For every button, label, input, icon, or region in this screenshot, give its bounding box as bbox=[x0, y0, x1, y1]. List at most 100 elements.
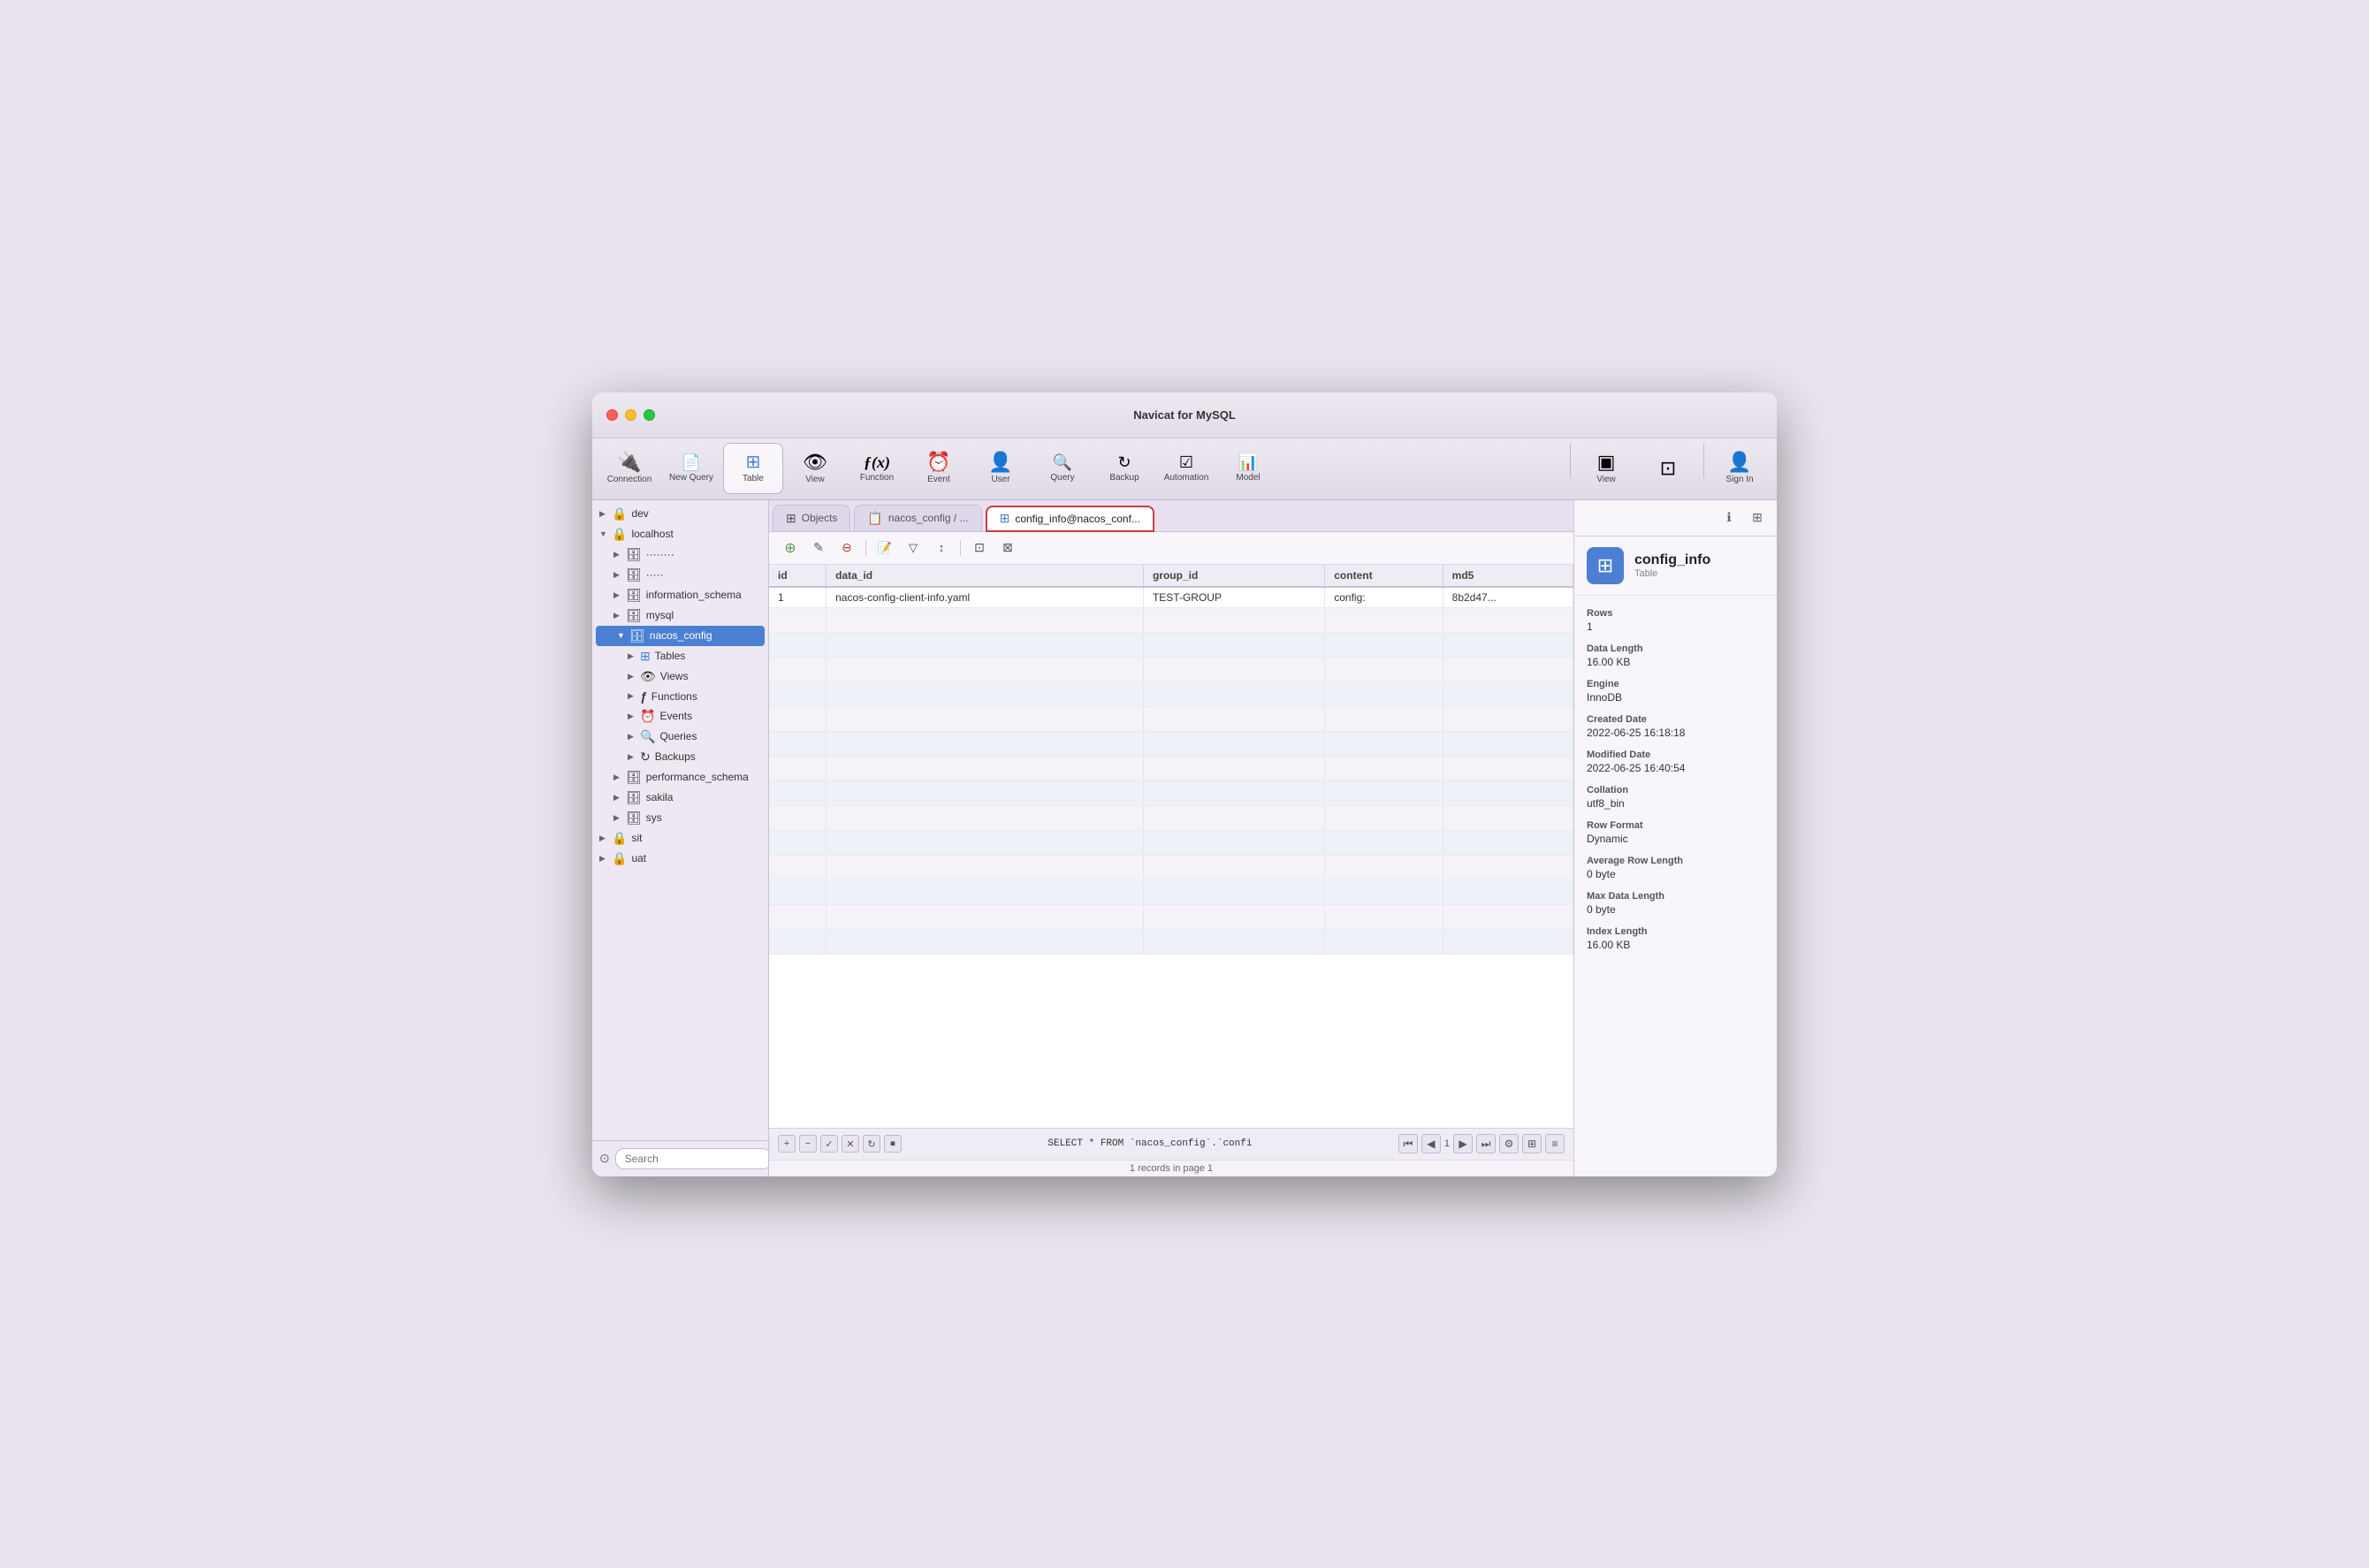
table-row-empty8[interactable] bbox=[769, 756, 1573, 780]
user-button[interactable]: 👤 User bbox=[971, 443, 1031, 494]
tab-query[interactable]: 📋 nacos_config / ... bbox=[854, 505, 981, 531]
view-right2-icon: ⊡ bbox=[1660, 459, 1676, 478]
info-table-name: config_info bbox=[1634, 552, 1710, 568]
data-table-container: id data_id group_id content md5 1 nacos-… bbox=[769, 565, 1573, 1128]
last-page-btn[interactable]: ⏭ bbox=[1476, 1134, 1496, 1153]
sidebar-item-functions[interactable]: ▶ ƒ Functions bbox=[592, 687, 768, 706]
settings-btn[interactable]: ⚙ bbox=[1499, 1134, 1519, 1153]
view-button[interactable]: 👁 View bbox=[785, 443, 845, 494]
sidebar-item-nacos-config[interactable]: ▼ 🗄 nacos_config bbox=[596, 626, 765, 646]
info-icon-btn[interactable]: ℹ bbox=[1718, 507, 1740, 529]
sidebar-bottom-icon: ⊙ bbox=[599, 1151, 610, 1166]
automation-button[interactable]: ☑ Automation bbox=[1156, 443, 1216, 494]
remove-status-btn[interactable]: − bbox=[799, 1135, 817, 1153]
table-row-empty13[interactable] bbox=[769, 879, 1573, 904]
backup-button[interactable]: ↻ Backup bbox=[1094, 443, 1154, 494]
info-label: Modified Date bbox=[1587, 750, 1764, 760]
function-button[interactable]: ƒ(x) Function bbox=[847, 443, 907, 494]
connection-icon-localhost: 🔒 bbox=[612, 527, 627, 542]
sidebar-item-views[interactable]: ▶ 👁 Views bbox=[592, 666, 768, 687]
refresh-status-btn[interactable]: ↻ bbox=[863, 1135, 880, 1153]
cell-md5: 8b2d47... bbox=[1443, 587, 1573, 608]
table-row-empty11[interactable] bbox=[769, 830, 1573, 855]
data-table: id data_id group_id content md5 1 nacos-… bbox=[769, 565, 1573, 955]
sidebar-item-db2[interactable]: ▶ 🗄 ····· bbox=[592, 565, 768, 585]
table-row-empty5[interactable] bbox=[769, 681, 1573, 706]
export-button[interactable]: ⊠ bbox=[995, 537, 1020, 559]
sidebar-item-db1[interactable]: ▶ 🗄 ········ bbox=[592, 544, 768, 565]
next-page-btn[interactable]: ▶ bbox=[1453, 1134, 1473, 1153]
edit-field-button[interactable]: 📝 bbox=[872, 537, 897, 559]
tab-config[interactable]: ⊞ config_info@nacos_conf... bbox=[986, 506, 1154, 532]
sidebar-item-information-schema[interactable]: ▶ 🗄 information_schema bbox=[592, 585, 768, 605]
sidebar-item-queries[interactable]: ▶ 🔍 Queries bbox=[592, 727, 768, 747]
view-right2-button[interactable]: ⊡ bbox=[1638, 443, 1698, 494]
sidebar-item-perf[interactable]: ▶ 🗄 performance_schema bbox=[592, 767, 768, 788]
sign-in-button[interactable]: 👤 Sign In bbox=[1710, 443, 1770, 494]
prev-page-btn[interactable]: ◀ bbox=[1421, 1134, 1441, 1153]
table-row-empty14[interactable] bbox=[769, 904, 1573, 929]
add-status-btn[interactable]: + bbox=[778, 1135, 796, 1153]
sidebar-item-sit[interactable]: ▶ 🔒 sit bbox=[592, 828, 768, 849]
connection-icon-sit: 🔒 bbox=[612, 831, 627, 846]
stop-status-btn[interactable]: ⏹ bbox=[884, 1135, 902, 1153]
query-button[interactable]: 🔍 Query bbox=[1032, 443, 1093, 494]
tab-objects[interactable]: ⊞ Objects bbox=[773, 505, 850, 531]
edit-row-button[interactable]: ✎ bbox=[806, 537, 831, 559]
view-right-button[interactable]: ▣ View bbox=[1576, 443, 1636, 494]
sidebar-item-sakila[interactable]: ▶ 🗄 sakila bbox=[592, 788, 768, 808]
view-right-icon: ▣ bbox=[1597, 453, 1616, 472]
info-label: Index Length bbox=[1587, 926, 1764, 937]
table-row-empty9[interactable] bbox=[769, 780, 1573, 805]
table-row-empty12[interactable] bbox=[769, 855, 1573, 879]
filter-button[interactable]: ▽ bbox=[901, 537, 926, 559]
table-row-empty10[interactable] bbox=[769, 805, 1573, 830]
info-row: Row Format Dynamic bbox=[1574, 815, 1777, 850]
list-view-btn[interactable]: ≡ bbox=[1545, 1134, 1565, 1153]
db-icon-db1: 🗄 bbox=[626, 547, 642, 562]
table-row-empty15[interactable] bbox=[769, 929, 1573, 954]
model-button[interactable]: 📊 Model bbox=[1218, 443, 1278, 494]
table-row-empty4[interactable] bbox=[769, 657, 1573, 681]
sidebar-item-uat[interactable]: ▶ 🔒 uat bbox=[592, 849, 768, 869]
delete-row-button[interactable]: ⊖ bbox=[834, 537, 859, 559]
sidebar-item-mysql[interactable]: ▶ 🗄 mysql bbox=[592, 605, 768, 626]
refresh-button[interactable]: ⊡ bbox=[967, 537, 992, 559]
table-row[interactable]: 1 nacos-config-client-info.yaml TEST-GRO… bbox=[769, 587, 1573, 608]
maximize-button[interactable] bbox=[644, 409, 655, 421]
table-row-empty3[interactable] bbox=[769, 632, 1573, 657]
sidebar-item-dev[interactable]: ▶ 🔒 dev bbox=[592, 504, 768, 524]
first-page-btn[interactable]: ⏮ bbox=[1398, 1134, 1418, 1153]
grid-view-btn[interactable]: ⊞ bbox=[1522, 1134, 1542, 1153]
sidebar-item-events[interactable]: ▶ ⏰ Events bbox=[592, 706, 768, 727]
table-row-empty2[interactable] bbox=[769, 607, 1573, 632]
check-status-btn[interactable]: ✓ bbox=[820, 1135, 838, 1153]
new-query-button[interactable]: 📄 New Query bbox=[661, 443, 721, 494]
toolbar-sep2 bbox=[1703, 443, 1704, 478]
table-row-empty6[interactable] bbox=[769, 706, 1573, 731]
table-toolbar-sep2 bbox=[960, 540, 961, 556]
search-input[interactable] bbox=[615, 1148, 769, 1169]
connection-button[interactable]: 🔌 Connection bbox=[599, 443, 659, 494]
sidebar-item-backups[interactable]: ▶ ↻ Backups bbox=[592, 747, 768, 767]
connection-icon-uat: 🔒 bbox=[612, 851, 627, 866]
close-button[interactable] bbox=[606, 409, 618, 421]
db-icon-nacos: 🗄 bbox=[629, 628, 645, 643]
minimize-button[interactable] bbox=[625, 409, 636, 421]
table-row-empty7[interactable] bbox=[769, 731, 1573, 756]
add-row-button[interactable]: ⊕ bbox=[778, 537, 803, 559]
info-value: InnoDB bbox=[1587, 691, 1764, 704]
tab-objects-icon: ⊞ bbox=[786, 511, 796, 526]
event-button[interactable]: ⏰ Event bbox=[909, 443, 969, 494]
expand-icon-views: ▶ bbox=[628, 672, 640, 681]
expand-icon-mysql: ▶ bbox=[613, 611, 626, 620]
table-button[interactable]: ⊞ Table bbox=[723, 443, 783, 494]
sidebar-item-localhost[interactable]: ▼ 🔒 localhost bbox=[592, 524, 768, 544]
sidebar-item-tables[interactable]: ▶ ⊞ Tables bbox=[592, 646, 768, 666]
sort-button[interactable]: ↕ bbox=[929, 537, 954, 559]
grid-icon-btn[interactable]: ⊞ bbox=[1747, 507, 1768, 529]
db-icon-mysql: 🗄 bbox=[626, 608, 642, 623]
x-status-btn[interactable]: ✕ bbox=[842, 1135, 859, 1153]
sidebar-label-tables: Tables bbox=[655, 650, 761, 662]
sidebar-item-sys[interactable]: ▶ 🗄 sys bbox=[592, 808, 768, 828]
